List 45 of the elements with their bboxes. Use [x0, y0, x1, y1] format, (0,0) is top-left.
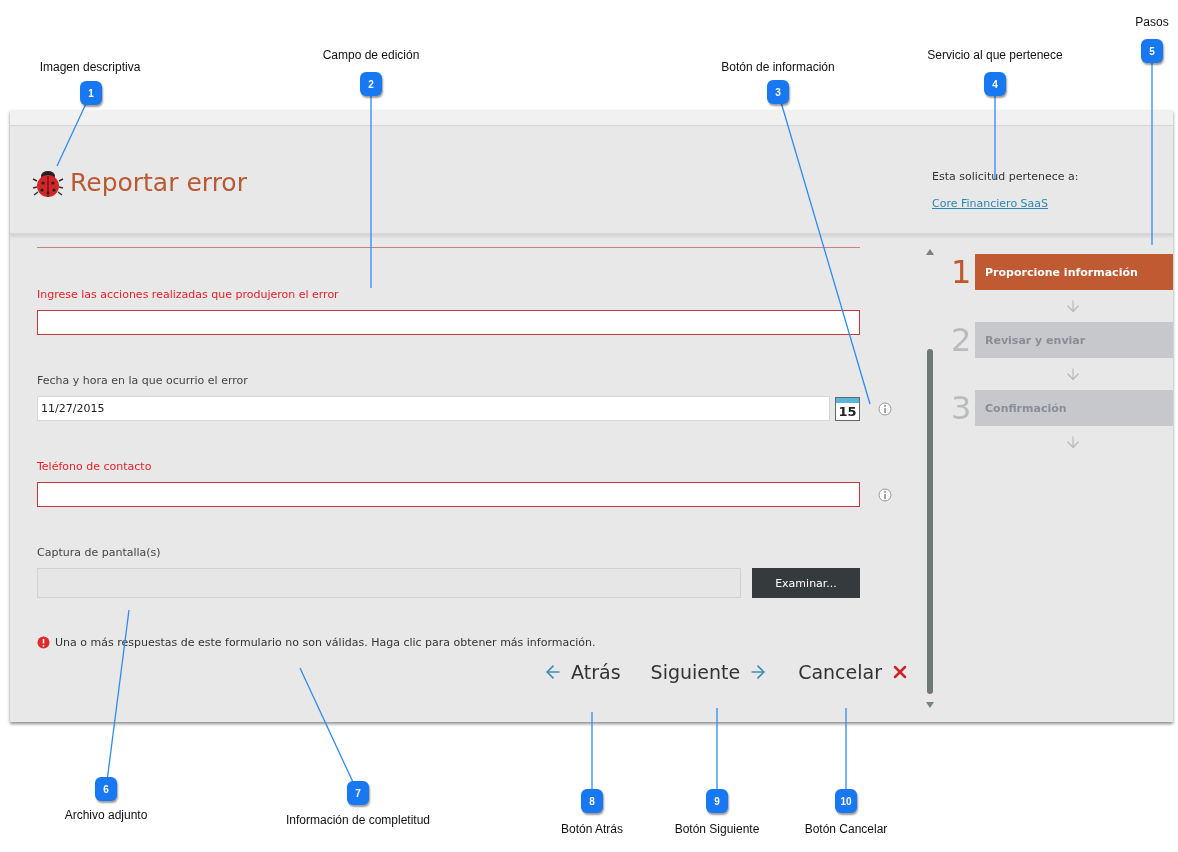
callout-number: 8	[581, 789, 603, 813]
field-label: Teléfono de contacto	[37, 460, 153, 473]
callout-number: 10	[835, 789, 857, 813]
info-icon[interactable]	[878, 487, 892, 502]
callout-label: Botón Cancelar	[804, 822, 888, 836]
next-button[interactable]: Siguiente	[650, 661, 769, 683]
scroll-down-icon[interactable]	[925, 702, 934, 708]
callout-number: 6	[95, 777, 117, 801]
arrow-down-icon	[1064, 433, 1082, 451]
field-label: Fecha y hora en la que ocurrio el error	[37, 374, 249, 387]
callout-label: Campo de edición	[322, 48, 420, 62]
scrollbar-thumb[interactable]	[926, 349, 933, 694]
step-tab[interactable]: Proporcione información	[975, 254, 1173, 290]
text-field[interactable]	[37, 482, 860, 507]
calendar-icon[interactable]: 15	[835, 396, 860, 421]
callout-label: Botón de información	[721, 60, 835, 74]
callout-number: 9	[706, 789, 728, 813]
browse-button[interactable]: Examinar...	[752, 568, 860, 598]
callout-label: Botón Siguiente	[674, 822, 760, 836]
callout-number: 7	[347, 781, 369, 805]
callout-label: Archivo adjunto	[64, 808, 148, 822]
step-number: 1	[951, 254, 971, 290]
date-field[interactable]: 11/27/2015	[37, 396, 830, 421]
page-title: Reportar error	[70, 168, 247, 197]
field-label: Captura de pantalla(s)	[37, 546, 162, 559]
callout-number: 4	[984, 72, 1006, 96]
error-icon	[37, 636, 50, 649]
callout-label: Servicio al que pertenece	[927, 48, 1063, 62]
callout-number: 5	[1141, 39, 1163, 63]
cancel-button[interactable]: Cancelar	[798, 661, 910, 683]
callout-number: 3	[767, 80, 789, 104]
info-icon[interactable]	[878, 401, 892, 416]
callout-label: Pasos	[1135, 15, 1169, 29]
back-button[interactable]: Atrás	[543, 661, 621, 683]
field-label: Ingrese las acciones realizadas que produjeron el error	[37, 288, 340, 301]
file-field[interactable]	[37, 568, 741, 598]
arrow-down-icon	[1064, 297, 1082, 315]
callout-label: Información de completitud	[285, 813, 431, 827]
callout-number: 2	[360, 72, 382, 96]
scroll-up-icon[interactable]	[925, 249, 934, 255]
arrow-down-icon	[1064, 365, 1082, 383]
callout-label: Imagen descriptiva	[39, 60, 141, 74]
callout-label: Botón Atrás	[561, 822, 623, 836]
text-field[interactable]	[37, 310, 860, 335]
callout-number: 1	[80, 81, 102, 105]
